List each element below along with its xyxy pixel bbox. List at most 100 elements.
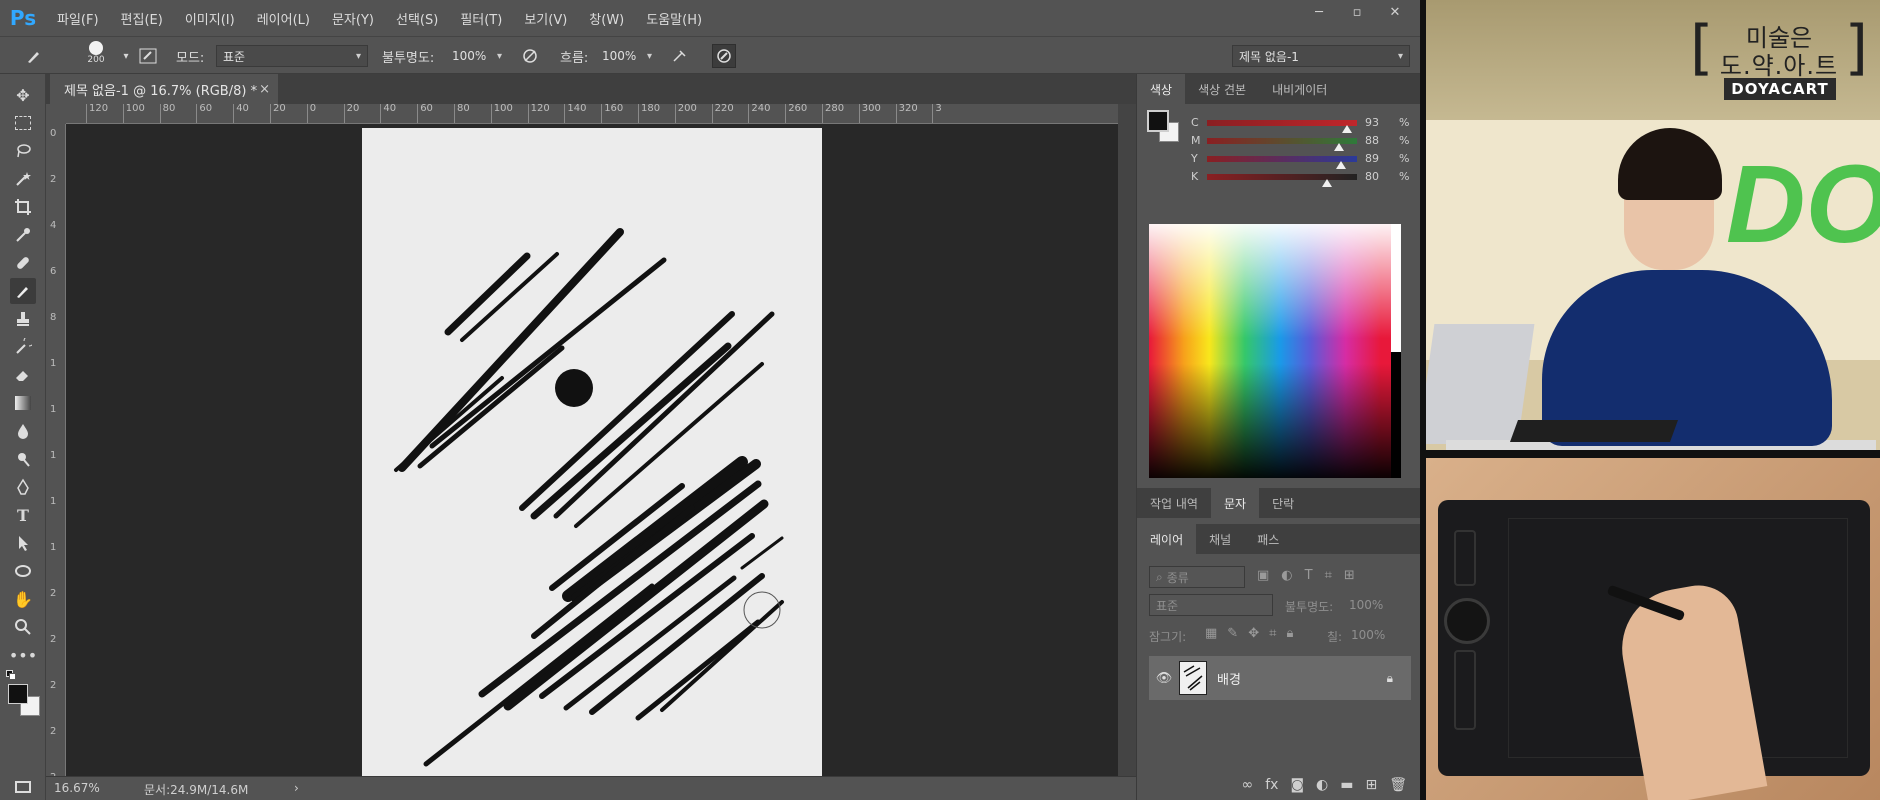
- menu-file[interactable]: 파일(F): [46, 9, 110, 28]
- gradient-tool-icon[interactable]: [10, 390, 36, 416]
- flow-field[interactable]: 100% ▾: [596, 45, 658, 67]
- tab-color[interactable]: 색상: [1137, 74, 1186, 104]
- brush-preset-icon[interactable]: [22, 44, 46, 68]
- lock-artboard-icon[interactable]: ⌗: [1269, 626, 1276, 641]
- type-tool-icon[interactable]: T: [10, 502, 36, 528]
- channel-track[interactable]: [1207, 120, 1357, 126]
- chevron-down-icon[interactable]: ▾: [114, 44, 138, 68]
- menu-edit[interactable]: 편집(E): [110, 9, 174, 28]
- lock-transparent-icon[interactable]: ▦: [1205, 626, 1217, 641]
- document-tab[interactable]: 제목 없음-1 @ 16.7% (RGB/8) * ×: [50, 74, 278, 104]
- adjustment-icon[interactable]: ◐: [1316, 777, 1328, 793]
- status-menu-arrow-icon[interactable]: ›: [294, 781, 299, 795]
- document-canvas[interactable]: [362, 128, 822, 776]
- mask-icon[interactable]: ◙: [1290, 777, 1304, 793]
- menu-layer[interactable]: 레이어(L): [246, 9, 321, 28]
- dodge-tool-icon[interactable]: [10, 446, 36, 472]
- tab-channels[interactable]: 채널: [1196, 524, 1244, 554]
- tab-paragraph[interactable]: 단락: [1259, 488, 1307, 518]
- shape-filter-icon[interactable]: ⌗: [1325, 568, 1332, 583]
- tab-layers[interactable]: 레이어: [1137, 524, 1197, 554]
- layer-opacity-value[interactable]: 100%: [1349, 598, 1383, 612]
- channel-value[interactable]: 89: [1365, 152, 1379, 165]
- history-brush-tool-icon[interactable]: [10, 334, 36, 360]
- menu-view[interactable]: 보기(V): [513, 9, 578, 28]
- pixel-filter-icon[interactable]: ▣: [1257, 568, 1269, 583]
- menu-filter[interactable]: 필터(T): [449, 9, 513, 28]
- cmyk-slider-m[interactable]: M 88%: [1191, 132, 1421, 151]
- tab-character[interactable]: 문자: [1210, 488, 1260, 518]
- color-spectrum[interactable]: [1149, 224, 1401, 478]
- move-tool-icon[interactable]: ✥: [10, 82, 36, 108]
- brush-panel-toggle-icon[interactable]: [136, 44, 160, 68]
- pen-tool-icon[interactable]: [10, 474, 36, 500]
- blur-tool-icon[interactable]: [10, 418, 36, 444]
- panel-foreground-swatch[interactable]: [1147, 110, 1169, 132]
- channel-value[interactable]: 80: [1365, 170, 1379, 183]
- channel-track[interactable]: [1207, 174, 1357, 180]
- menu-window[interactable]: 창(W): [578, 9, 635, 28]
- channel-value[interactable]: 93: [1365, 116, 1379, 129]
- lock-all-icon[interactable]: 🔒︎: [1286, 626, 1293, 641]
- more-tools-icon[interactable]: •••: [9, 642, 37, 668]
- channel-thumb[interactable]: [1322, 179, 1332, 187]
- mode-dropdown[interactable]: 표준 ▾: [216, 45, 368, 67]
- default-colors-icon[interactable]: [6, 670, 16, 680]
- cmyk-slider-c[interactable]: C 93%: [1191, 114, 1421, 133]
- channel-track[interactable]: [1207, 156, 1357, 162]
- adjustment-filter-icon[interactable]: ◐: [1281, 568, 1292, 583]
- fill-value[interactable]: 100%: [1351, 628, 1385, 642]
- close-tab-icon[interactable]: ×: [259, 82, 270, 97]
- screen-mode-icon[interactable]: [10, 774, 36, 800]
- restore-button[interactable]: ▫: [1338, 0, 1376, 24]
- airbrush-icon[interactable]: [668, 44, 692, 68]
- tab-navigator[interactable]: 내비게이터: [1259, 74, 1340, 104]
- tab-history[interactable]: 작업 내역: [1137, 488, 1211, 518]
- zoom-level[interactable]: 16.67%: [54, 781, 100, 795]
- pressure-opacity-icon[interactable]: [518, 44, 542, 68]
- link-icon[interactable]: ∞: [1242, 777, 1254, 793]
- tab-paths[interactable]: 패스: [1244, 524, 1292, 554]
- folder-icon[interactable]: ▬: [1340, 777, 1353, 793]
- cmyk-slider-k[interactable]: K 80%: [1191, 168, 1421, 187]
- menu-type[interactable]: 문자(Y): [321, 9, 385, 28]
- clone-stamp-tool-icon[interactable]: [10, 306, 36, 332]
- pressure-size-icon[interactable]: [712, 44, 736, 68]
- smart-object-filter-icon[interactable]: ⊞: [1344, 568, 1355, 583]
- lock-pixels-icon[interactable]: ✎: [1227, 626, 1238, 641]
- eraser-tool-icon[interactable]: [10, 362, 36, 388]
- foreground-color-swatch[interactable]: [8, 684, 28, 704]
- brush-tool-icon[interactable]: [10, 278, 36, 304]
- magic-wand-tool-icon[interactable]: [10, 166, 36, 192]
- workspace-dropdown[interactable]: 제목 없음-1 ▾: [1232, 45, 1410, 67]
- opacity-field[interactable]: 100% ▾: [446, 45, 508, 67]
- healing-brush-tool-icon[interactable]: [10, 250, 36, 276]
- layer-filter-dropdown[interactable]: ⌕ 종류: [1149, 566, 1245, 588]
- path-selection-tool-icon[interactable]: [10, 530, 36, 556]
- minimize-button[interactable]: ─: [1300, 0, 1338, 24]
- channel-value[interactable]: 88: [1365, 134, 1379, 147]
- ruler-origin[interactable]: [46, 104, 66, 124]
- menu-select[interactable]: 선택(S): [385, 9, 449, 28]
- eyedropper-tool-icon[interactable]: [10, 222, 36, 248]
- type-filter-icon[interactable]: T: [1305, 568, 1313, 583]
- horizontal-ruler[interactable]: 120 100 80 60 40 20 0 20 40 60 80 100 120 140 160 180 20…: [66, 104, 1136, 124]
- vertical-scrollbar[interactable]: [1118, 104, 1136, 776]
- document-workspace[interactable]: [66, 124, 1118, 776]
- ellipse-tool-icon[interactable]: [10, 558, 36, 584]
- cmyk-slider-y[interactable]: Y 89%: [1191, 150, 1421, 169]
- crop-tool-icon[interactable]: [10, 194, 36, 220]
- menu-help[interactable]: 도움말(H): [635, 9, 713, 28]
- vertical-ruler[interactable]: 024681111122222: [46, 124, 66, 783]
- trash-icon[interactable]: 🗑︎: [1389, 777, 1407, 793]
- lock-position-icon[interactable]: ✥: [1248, 626, 1259, 641]
- blend-mode-dropdown[interactable]: 표준: [1149, 594, 1273, 616]
- close-button[interactable]: ✕: [1376, 0, 1414, 24]
- zoom-tool-icon[interactable]: [10, 614, 36, 640]
- eye-icon[interactable]: 👁︎: [1149, 671, 1179, 686]
- marquee-tool-icon[interactable]: [10, 110, 36, 136]
- tab-swatches[interactable]: 색상 견본: [1185, 74, 1259, 104]
- hand-tool-icon[interactable]: ✋: [10, 586, 36, 612]
- brush-size-picker[interactable]: 200: [84, 41, 108, 65]
- lasso-tool-icon[interactable]: [10, 138, 36, 164]
